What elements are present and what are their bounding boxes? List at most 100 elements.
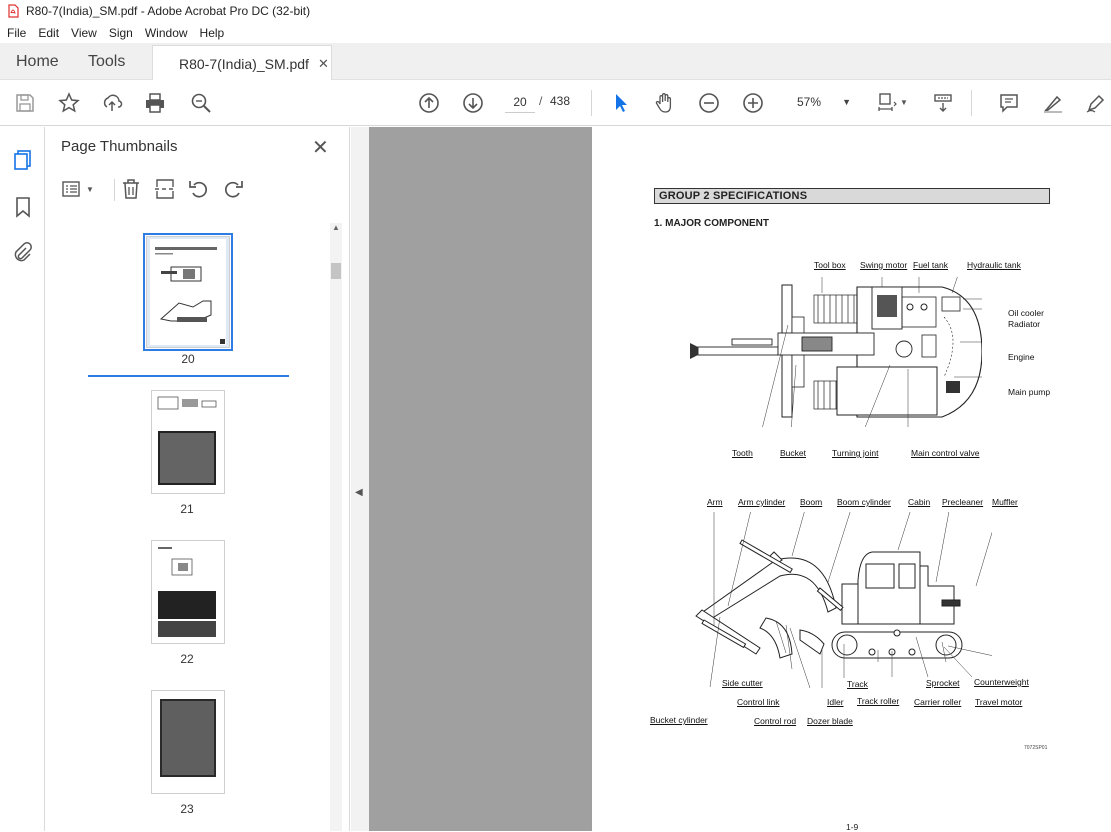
panel-toolbar-divider xyxy=(114,179,115,201)
zoom-level-select[interactable]: 57% ▼ xyxy=(785,91,855,113)
page-preview-graphic xyxy=(158,547,216,637)
page-thumbnails-panel: Page Thumbnails ✕ ▼ ▲ 20 21 22 23 xyxy=(46,127,350,831)
label-travel-motor: Travel motor xyxy=(975,697,1023,707)
zoom-level-value: 57% xyxy=(797,95,822,109)
label-swing-motor: Swing motor xyxy=(860,260,908,270)
close-panel-icon[interactable]: ✕ xyxy=(312,135,329,160)
page-number-input[interactable]: 20 xyxy=(505,91,535,113)
scroll-up-icon[interactable]: ▲ xyxy=(330,223,342,235)
chevron-down-icon: ▼ xyxy=(86,184,94,194)
collapse-left-icon[interactable]: ◀ xyxy=(355,487,363,498)
toolbar-divider xyxy=(591,90,592,116)
thumbnail-page-22[interactable] xyxy=(151,540,225,644)
bookmark-icon[interactable] xyxy=(11,195,35,219)
group-header: GROUP 2 SPECIFICATIONS xyxy=(654,188,1050,204)
tab-home[interactable]: Home xyxy=(16,53,59,71)
page-total: 438 xyxy=(550,94,571,108)
close-tab-icon[interactable]: ✕ xyxy=(318,56,329,72)
left-rail xyxy=(0,127,45,831)
thumbnail-page-20[interactable] xyxy=(143,233,233,351)
star-icon[interactable] xyxy=(57,91,81,115)
label-counterweight: Counterweight xyxy=(974,677,1029,687)
menu-edit[interactable]: Edit xyxy=(31,26,64,40)
menu-sign[interactable]: Sign xyxy=(102,26,138,40)
tab-document-label: R80-7(India)_SM.pdf xyxy=(179,55,309,72)
attachment-icon[interactable] xyxy=(11,241,35,265)
selected-thumbnail-indicator xyxy=(88,375,289,377)
title-bar: R80-7(India)_SM.pdf - Adobe Acrobat Pro … xyxy=(0,0,1111,22)
page-preview-graphic xyxy=(160,699,216,777)
print-icon[interactable] xyxy=(143,91,167,115)
label-track: Track xyxy=(847,679,868,689)
excavator-side-view-diagram xyxy=(695,512,992,689)
next-page-icon[interactable] xyxy=(461,91,485,115)
label-engine: Engine xyxy=(1008,352,1035,362)
save-icon[interactable] xyxy=(13,91,37,115)
highlight-pen-icon[interactable] xyxy=(1041,91,1065,115)
toolbar-divider xyxy=(971,90,972,116)
fit-page-icon[interactable] xyxy=(875,91,899,115)
label-dozer-blade: Dozer blade xyxy=(807,716,853,726)
panel-title: Page Thumbnails xyxy=(61,138,178,155)
search-zoom-icon[interactable] xyxy=(189,91,213,115)
excavator-top-view-diagram xyxy=(690,277,982,427)
thumbnail-page-21[interactable] xyxy=(151,390,225,494)
thumbnail-label: 20 xyxy=(181,352,195,366)
label-fuel-tank: Fuel tank xyxy=(913,260,948,270)
extract-page-icon[interactable] xyxy=(154,177,176,201)
label-main-control-valve: Main control valve xyxy=(911,448,980,458)
label-arm: Arm xyxy=(707,497,723,507)
tab-document[interactable]: R80-7(India)_SM.pdf ✕ xyxy=(152,45,332,81)
document-viewer[interactable]: ◀ GROUP 2 SPECIFICATIONS 1. MAJOR COMPON… xyxy=(351,127,1111,832)
menu-bar: File Edit View Sign Window Help xyxy=(0,22,1111,43)
menu-window[interactable]: Window xyxy=(138,26,193,40)
page-gap-area xyxy=(369,127,591,831)
label-bucket: Bucket xyxy=(780,448,806,458)
share-upload-icon[interactable] xyxy=(100,91,124,115)
pdf-page[interactable]: GROUP 2 SPECIFICATIONS 1. MAJOR COMPONEN… xyxy=(592,127,1111,832)
page-preview-graphic xyxy=(150,239,226,345)
menu-help[interactable]: Help xyxy=(193,26,230,40)
chevron-down-icon[interactable]: ▼ xyxy=(900,98,908,107)
previous-page-icon[interactable] xyxy=(417,91,441,115)
thumbnail-scrollbar[interactable] xyxy=(330,223,342,831)
label-arm-cylinder: Arm cylinder xyxy=(738,497,786,507)
hand-tool-icon[interactable] xyxy=(653,91,677,115)
tab-tools[interactable]: Tools xyxy=(88,53,125,71)
pdf-file-icon xyxy=(8,4,19,18)
label-idler: Idler xyxy=(827,697,844,707)
zoom-out-icon[interactable] xyxy=(697,91,721,115)
zoom-in-icon[interactable] xyxy=(741,91,765,115)
label-track-roller: Track roller xyxy=(857,696,900,706)
page-thumbnails-icon[interactable] xyxy=(11,148,35,172)
thumbnail-label: 22 xyxy=(180,652,194,666)
section-heading: 1. MAJOR COMPONENT xyxy=(654,218,770,229)
scrollbar-thumb[interactable] xyxy=(331,263,341,279)
label-boom: Boom xyxy=(800,497,823,507)
label-tooth: Tooth xyxy=(732,448,753,458)
label-control-link: Control link xyxy=(737,697,780,707)
thumbnail-label: 21 xyxy=(180,502,194,516)
menu-view[interactable]: View xyxy=(64,26,102,40)
page-separator: / xyxy=(539,94,543,108)
thumbnail-page-23[interactable] xyxy=(151,690,225,794)
tab-bar: Home Tools R80-7(India)_SM.pdf ✕ xyxy=(0,43,1111,81)
label-oil-cooler: Oil cooler xyxy=(1008,308,1044,318)
label-tool-box: Tool box xyxy=(814,260,846,270)
scroll-mode-icon[interactable] xyxy=(931,91,955,115)
sign-pen-icon[interactable] xyxy=(1084,91,1108,115)
delete-page-icon[interactable] xyxy=(120,177,142,201)
label-bucket-cylinder: Bucket cylinder xyxy=(650,715,708,725)
collapse-panel-strip[interactable]: ◀ xyxy=(351,127,369,831)
label-turning-joint: Turning joint xyxy=(832,448,879,458)
menu-file[interactable]: File xyxy=(0,26,31,40)
rotate-right-icon[interactable] xyxy=(222,177,244,201)
comment-icon[interactable] xyxy=(997,91,1021,115)
label-carrier-roller: Carrier roller xyxy=(914,697,962,707)
rotate-left-icon[interactable] xyxy=(188,177,210,201)
label-sprocket: Sprocket xyxy=(926,678,960,688)
label-main-pump: Main pump xyxy=(1008,387,1051,397)
label-precleaner: Precleaner xyxy=(942,497,984,507)
select-cursor-icon[interactable] xyxy=(609,91,633,115)
thumbnail-options-icon[interactable]: ▼ xyxy=(61,177,94,201)
